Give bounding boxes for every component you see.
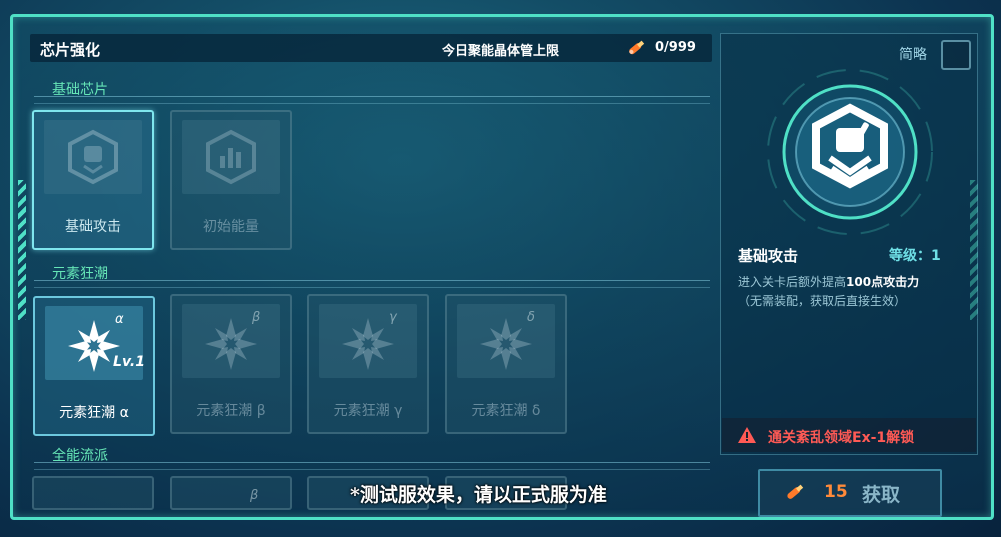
simple-mode-checkbox[interactable]	[941, 40, 971, 70]
fist-icon	[68, 129, 118, 185]
chip-detail-note: （无需装配，获取后直接生效）	[738, 294, 907, 308]
section-divider	[34, 462, 710, 470]
snowflake-icon	[480, 318, 532, 370]
chip-variant-symbol: α	[115, 312, 124, 327]
warning-icon	[738, 427, 756, 443]
section-divider	[34, 280, 710, 288]
unlock-requirement-text: 通关紊乱领域Ex-1解锁	[768, 430, 915, 446]
chip-card-element-gamma[interactable]: γ 元素狂潮 γ	[307, 294, 429, 434]
chip-card-initial-energy[interactable]: 初始能量	[170, 110, 292, 250]
chip-card-element-alpha[interactable]: α Lv.1 元素狂潮 α	[33, 296, 155, 436]
chip-label: 元素狂潮 α	[59, 405, 129, 421]
snowflake-icon	[205, 318, 257, 370]
chip-card-universal-2[interactable]: β	[170, 476, 292, 510]
chip-variant-symbol: β	[252, 310, 261, 325]
chip-card-universal-1[interactable]	[32, 476, 154, 510]
test-server-notice: *测试服效果，请以正式服为准	[350, 484, 607, 506]
chip-label: 初始能量	[203, 219, 259, 235]
obtain-button[interactable]: 15 获取	[758, 469, 942, 517]
chip-variant-symbol: γ	[389, 310, 397, 325]
energy-bars-icon	[206, 129, 256, 185]
page-title: 芯片强化	[40, 41, 101, 59]
daily-limit-counter: 0/999	[655, 40, 696, 55]
simple-mode-label: 简略	[899, 47, 927, 63]
chip-detail-level: 等级：1	[889, 248, 941, 264]
chip-detail-value: 100点攻击力	[846, 275, 920, 289]
chip-detail-name: 基础攻击	[738, 247, 799, 265]
chip-card-basic-attack[interactable]: 基础攻击	[32, 110, 154, 250]
daily-limit-label: 今日聚能晶体管上限	[442, 44, 560, 59]
chip-card-element-beta[interactable]: β 元素狂潮 β	[170, 294, 292, 434]
chip-label: 元素狂潮 β	[196, 403, 266, 419]
chip-detail-description: 进入关卡后额外提高100点攻击力	[738, 275, 920, 289]
transistor-tube-icon	[787, 484, 804, 499]
section-divider	[34, 96, 710, 104]
fist-emblem-icon	[767, 69, 933, 235]
transistor-tube-icon	[629, 40, 645, 55]
left-stripe-decoration	[18, 180, 26, 320]
chip-label: 基础攻击	[65, 219, 121, 235]
chip-level-badge: Lv.1	[113, 354, 145, 370]
obtain-button-label: 获取	[862, 484, 901, 506]
chip-label: 元素狂潮 δ	[471, 403, 541, 419]
snowflake-icon	[342, 318, 394, 370]
chip-card-element-delta[interactable]: δ 元素狂潮 δ	[445, 294, 567, 434]
unlock-requirement: 通关紊乱领域Ex-1解锁	[722, 418, 976, 452]
chip-variant-symbol: β	[250, 488, 259, 503]
obtain-cost: 15	[824, 482, 848, 502]
chip-label: 元素狂潮 γ	[333, 403, 403, 419]
header-bar: 芯片强化 今日聚能晶体管上限 0/999	[30, 34, 712, 62]
chip-variant-symbol: δ	[527, 310, 535, 325]
